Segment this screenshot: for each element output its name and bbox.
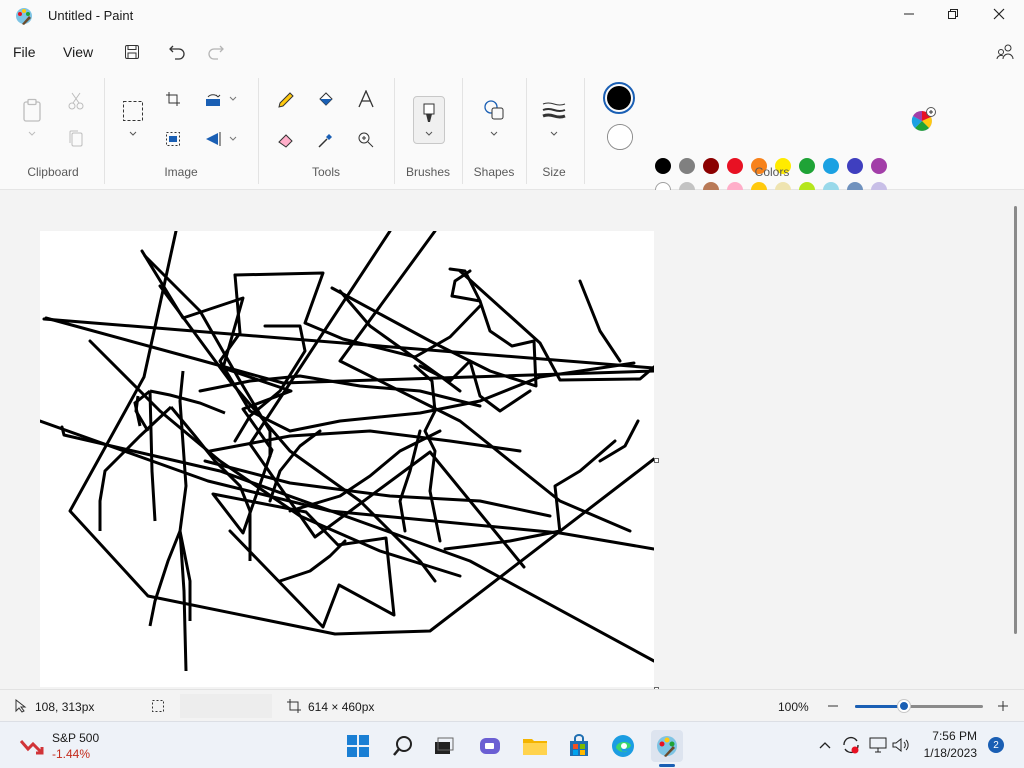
pencil-icon[interactable] (275, 89, 297, 111)
crop-icon[interactable] (162, 89, 184, 109)
window-title: Untitled - Paint (48, 8, 134, 23)
zoom-out-icon[interactable] (826, 698, 840, 714)
clock-time[interactable]: 7:56 PM (920, 729, 977, 743)
brush-chevron-icon (422, 129, 436, 139)
canvas-size: 614 × 460px (308, 700, 375, 714)
colors-group-label: Colors (754, 165, 790, 179)
status-bar: 108, 313px 614 × 460px 100% (0, 689, 1024, 721)
close-button[interactable] (976, 0, 1022, 32)
size-group-label: Size (542, 165, 566, 179)
drawing-canvas[interactable] (40, 231, 654, 687)
minimize-icon (903, 7, 915, 25)
windows-taskbar: S&P 500 -1.44% 7:56 PM 1/18/2023 2 (0, 721, 1024, 768)
stock-name: S&P 500 (52, 731, 100, 745)
secondary-color-button[interactable] (607, 124, 633, 150)
paste-chevron-icon[interactable] (24, 128, 40, 140)
paint-app-icon (14, 6, 34, 26)
canvas-resize-handle-right[interactable] (654, 458, 659, 463)
microsoft-store-icon[interactable] (563, 730, 595, 762)
close-icon (993, 7, 1005, 25)
cursor-position: 108, 313px (35, 700, 95, 714)
stock-widget[interactable]: S&P 500 -1.44% (16, 730, 116, 762)
network-icon[interactable] (868, 736, 888, 754)
chevron-up-icon[interactable] (818, 738, 832, 752)
select-rectangle-icon[interactable] (120, 98, 146, 124)
stock-down-icon (20, 736, 44, 756)
zoom-slider[interactable] (855, 700, 983, 712)
redo-icon[interactable] (204, 40, 228, 64)
rotate-icon[interactable] (202, 89, 224, 109)
cursor-position-icon (14, 698, 28, 714)
shapes-chevron-icon[interactable] (487, 128, 501, 140)
zoom-slider-fill (855, 705, 904, 708)
ribbon-separator (104, 78, 105, 184)
canvas-workspace (0, 190, 1024, 692)
start-icon[interactable] (342, 730, 374, 762)
notification-badge[interactable]: 2 (988, 737, 1004, 753)
canvas-size-icon (286, 698, 302, 714)
clock-date[interactable]: 1/18/2023 (916, 746, 977, 760)
paste-icon[interactable] (20, 96, 44, 124)
brushes-button[interactable] (413, 96, 445, 144)
ribbon-separator (394, 78, 395, 184)
restore-icon (947, 7, 959, 25)
secondary-color-swatch (608, 125, 632, 149)
selection-size-field (180, 694, 272, 718)
freehand-drawing (40, 231, 654, 672)
selection-size-icon (150, 698, 166, 714)
copy-icon[interactable] (64, 128, 88, 150)
sync-notification-icon[interactable] (840, 734, 862, 756)
primary-color-button[interactable] (603, 82, 635, 114)
eraser-icon[interactable] (275, 129, 297, 151)
flip-chevron-icon[interactable] (226, 132, 240, 146)
rotate-chevron-icon[interactable] (226, 92, 240, 106)
volume-icon[interactable] (891, 736, 911, 754)
view-menu[interactable]: View (63, 44, 93, 60)
file-menu[interactable]: File (13, 44, 36, 60)
teams-chat-icon[interactable] (474, 730, 506, 762)
shapes-icon[interactable] (482, 98, 506, 122)
edit-colors-icon[interactable] (909, 106, 937, 134)
cut-icon[interactable] (64, 90, 88, 112)
edge-browser-icon[interactable] (607, 730, 639, 762)
maximize-button[interactable] (930, 0, 976, 32)
magnifier-icon[interactable] (355, 129, 377, 151)
brush-icon (420, 101, 438, 125)
stock-change: -1.44% (52, 747, 91, 761)
shapes-group-label: Shapes (473, 165, 515, 179)
ribbon-separator (584, 78, 585, 184)
tools-group-label: Tools (311, 165, 340, 179)
clipboard-group-label: Clipboard (27, 165, 79, 179)
brushes-group-label: Brushes (405, 165, 451, 179)
active-app-indicator (659, 764, 675, 767)
primary-color-swatch (607, 86, 631, 110)
vertical-scrollbar[interactable] (1014, 206, 1017, 634)
share-people-icon[interactable] (993, 40, 1017, 64)
ribbon-separator (258, 78, 259, 184)
text-icon[interactable] (355, 88, 377, 110)
size-chevron-icon[interactable] (547, 128, 561, 140)
title-bar: Untitled - Paint (0, 0, 1024, 32)
ribbon-separator (462, 78, 463, 184)
file-explorer-icon[interactable] (519, 730, 551, 762)
color-picker-icon[interactable] (315, 129, 337, 151)
ribbon-toolbar: Clipboard Image Tools Brushes Shapes Siz… (0, 72, 1024, 222)
search-icon[interactable] (387, 730, 419, 762)
select-chevron-icon[interactable] (125, 128, 141, 140)
zoom-slider-thumb[interactable] (897, 700, 910, 712)
paint-taskbar-icon[interactable] (651, 730, 683, 762)
undo-icon[interactable] (165, 40, 189, 64)
save-icon[interactable] (120, 40, 144, 64)
flip-icon[interactable] (202, 129, 224, 149)
task-view-icon[interactable] (428, 730, 460, 762)
stroke-size-icon[interactable] (541, 98, 567, 122)
zoom-in-icon[interactable] (996, 698, 1010, 714)
minimize-button[interactable] (886, 0, 932, 32)
fill-bucket-icon[interactable] (315, 89, 337, 111)
menu-bar: File View (0, 32, 1024, 72)
zoom-level: 100% (778, 700, 809, 714)
ribbon-separator (526, 78, 527, 184)
resize-image-icon[interactable] (162, 129, 184, 149)
image-group-label: Image (164, 165, 198, 179)
